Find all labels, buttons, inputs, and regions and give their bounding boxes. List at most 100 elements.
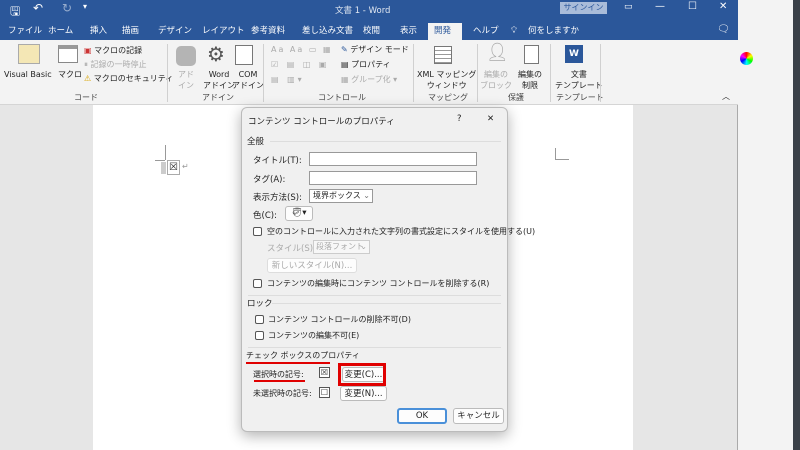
group-label-template: テンプレート [556, 93, 604, 102]
group-label-mapping: マッピング [428, 93, 468, 102]
help-button[interactable]: ? [457, 114, 462, 124]
close-button[interactable]: ✕ [719, 1, 727, 12]
word-addins-button[interactable]: Word アドイン [203, 69, 235, 91]
comments-icon[interactable]: 🗨︎ [717, 24, 730, 35]
record-macro-button[interactable]: ▣ マクロの記録 [84, 45, 142, 56]
tab-home[interactable]: ホーム [42, 23, 79, 40]
record-label: マクロの記録 [94, 46, 143, 55]
tab-design[interactable]: デザイン [152, 23, 198, 40]
tab-insert[interactable]: 挿入 [84, 23, 113, 40]
com-addins-icon [235, 45, 253, 65]
no-delete-checkbox[interactable] [255, 315, 264, 324]
show-as-label: 表示方法(S): [253, 193, 302, 203]
tab-help[interactable]: ヘルプ [467, 23, 505, 40]
tab-mailings[interactable]: 差し込み文書 [296, 23, 359, 40]
group-divider [550, 44, 551, 102]
security-label: マクロのセキュリティ [93, 74, 174, 83]
no-edit-checkbox[interactable] [255, 331, 264, 340]
dialog-title: コンテンツ コントロールのプロパティ [248, 117, 395, 127]
divider [270, 141, 501, 142]
redo-icon[interactable]: ↻ [62, 1, 72, 15]
change-unchecked-symbol-button[interactable]: 変更(N)... [340, 386, 387, 401]
signin-button[interactable]: サインイン [560, 2, 607, 14]
undo-icon[interactable]: ↶ [33, 1, 43, 15]
screen-edge [793, 0, 800, 450]
group-label-controls: コントロール [318, 93, 366, 102]
group-divider [413, 44, 414, 102]
macro-security-button[interactable]: ⚠ マクロのセキュリティ [84, 73, 173, 84]
paragraph-mark: ↵ [182, 162, 189, 171]
visual-basic-icon [18, 44, 40, 64]
document-checkbox[interactable]: ☒ [167, 160, 180, 175]
pause-recording-button[interactable]: ⏸ 記録の一時停止 [84, 59, 147, 70]
style-label: スタイル(S): [267, 244, 316, 254]
color-picker-button[interactable]: 🪣︎▾ [285, 206, 313, 221]
no-delete-label: コンテンツ コントロールの削除不可(D) [268, 315, 411, 324]
addins-icon [176, 46, 196, 66]
tab-review[interactable]: 校閲 [357, 23, 386, 40]
checked-symbol-label: 選択時の記号: [253, 370, 304, 379]
chevron-down-icon: ⌄ [363, 191, 370, 200]
red-underline-annotation [246, 362, 330, 364]
design-mode-icon: ✎ [341, 45, 348, 54]
margin-mark [165, 145, 166, 160]
title-label: タイトル(T): [253, 156, 302, 166]
document-template-button[interactable]: 文書 テンプレート [555, 69, 603, 91]
group-button[interactable]: ▦ グループ化 ▾ [341, 74, 397, 85]
ribbon: Visual Basic マクロ ▣ マクロの記録 ⏸ 記録の一時停止 ⚠ マク… [0, 40, 738, 105]
tab-draw[interactable]: 描画 [116, 23, 145, 40]
ok-button[interactable]: OK [397, 408, 447, 424]
section-general: 全般 [247, 137, 265, 147]
title-input[interactable] [309, 152, 477, 166]
design-mode-button[interactable]: ✎ デザイン モード [341, 44, 409, 55]
new-style-button[interactable]: 新しいスタイル(N)... [267, 258, 357, 273]
restrict-editing-button[interactable]: 編集の 制限 [518, 69, 542, 91]
content-controls-row2[interactable]: ☑ ▤ ◫ ▣ [271, 59, 329, 70]
macros-button[interactable]: マクロ [58, 69, 82, 80]
use-style-checkbox[interactable] [253, 227, 262, 236]
collapse-ribbon-icon[interactable]: ︿ [722, 91, 730, 102]
unchecked-symbol-preview: ☐ [319, 387, 330, 398]
ribbon-display-icon[interactable]: ▭ [624, 2, 633, 12]
show-as-select[interactable]: 境界ボックス ⌄ [309, 189, 373, 203]
tab-view[interactable]: 表示 [394, 23, 423, 40]
tab-layout[interactable]: レイアウト [196, 23, 251, 40]
tag-label: タグ(A): [253, 175, 286, 185]
divider [248, 347, 501, 348]
content-controls-row1[interactable]: Aa Aa ▭ ▦ [271, 44, 333, 55]
record-icon: ▣ [84, 46, 92, 55]
design-mode-label: デザイン モード [350, 45, 409, 54]
style-value: 段落フォント [316, 242, 364, 251]
xml-mapping-button[interactable]: XML マッピング ウィンドウ [417, 69, 476, 91]
tag-input[interactable] [309, 171, 477, 185]
word-template-icon: W [565, 45, 583, 63]
content-controls-row3[interactable]: ▤ ▥▾ [271, 74, 305, 85]
remove-on-edit-checkbox[interactable] [253, 279, 262, 288]
customize-qat-icon[interactable]: ▾ [83, 2, 87, 11]
save-icon[interactable]: 🖫 [10, 2, 20, 23]
style-select[interactable]: 段落フォント ⌄ [313, 240, 370, 254]
margin-mark [555, 148, 569, 160]
paint-bucket-icon: 🪣︎ [291, 208, 303, 218]
close-button[interactable]: ✕ [487, 114, 494, 124]
group-divider [263, 44, 264, 102]
tab-developer[interactable]: 開発 [428, 23, 462, 40]
cancel-button[interactable]: キャンセル [453, 408, 504, 424]
red-box-annotation [338, 363, 386, 386]
color-wheel-icon[interactable] [740, 52, 753, 65]
properties-button[interactable]: ▤ プロパティ [341, 59, 391, 70]
visual-basic-button[interactable]: Visual Basic [4, 69, 52, 80]
group-divider [600, 44, 601, 102]
tell-me-input[interactable]: 何をしますか [522, 23, 585, 40]
com-addins-button[interactable]: COM アドイン [232, 69, 264, 91]
maximize-button[interactable]: ☐ [688, 1, 697, 12]
tab-references[interactable]: 参考資料 [245, 23, 291, 40]
minimize-button[interactable]: — [655, 1, 665, 12]
content-control-handle[interactable] [161, 162, 166, 174]
unchecked-symbol-label: 未選択時の記号: [253, 389, 312, 398]
addins-button[interactable]: アド イン [178, 69, 194, 91]
chevron-down-icon: ⌄ [360, 242, 367, 251]
block-authors-button[interactable]: 編集の ブロック [480, 69, 512, 91]
window-title: 文書 1 - Word [335, 6, 391, 16]
section-checkbox-properties: チェック ボックスのプロパティ [246, 351, 360, 360]
